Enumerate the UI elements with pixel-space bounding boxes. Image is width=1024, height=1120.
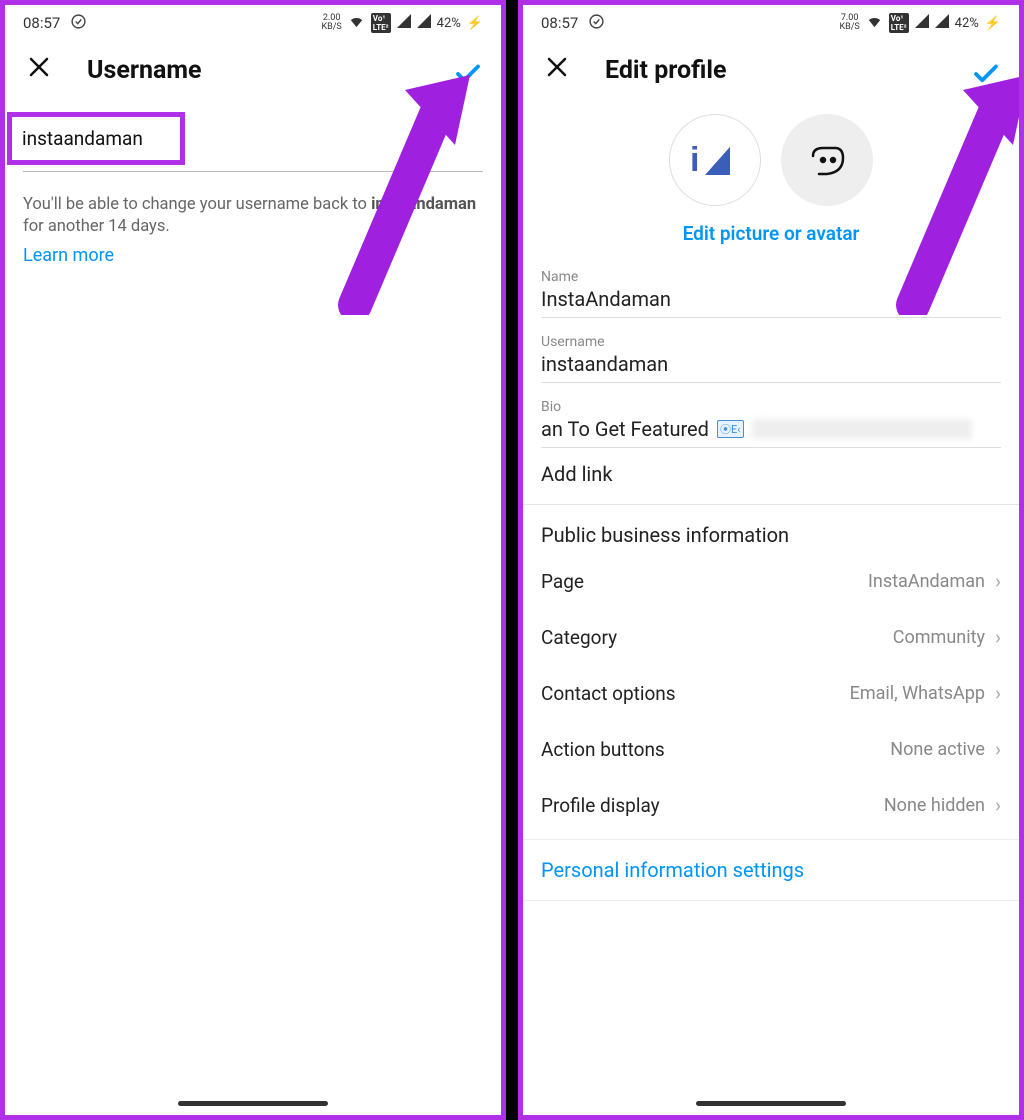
- confirm-check-icon[interactable]: [971, 59, 1001, 93]
- row-label: Profile display: [541, 794, 660, 817]
- home-indicator[interactable]: [178, 1101, 328, 1106]
- bio-field[interactable]: Bio an To Get Featured ⦿E‹: [541, 399, 1001, 448]
- row-value: Email, WhatsApp: [850, 683, 985, 704]
- status-time: 08:57: [23, 14, 60, 32]
- redacted-text: [752, 419, 972, 439]
- signal-icon-2: [417, 14, 431, 32]
- add-link-row[interactable]: Add link: [523, 448, 1019, 505]
- username-help-text: You'll be able to change your username b…: [23, 194, 483, 239]
- row-label: Page: [541, 570, 584, 593]
- row-contact[interactable]: Contact options Email, WhatsApp ›: [523, 665, 1019, 721]
- signal-icon-1: [915, 14, 929, 32]
- row-page[interactable]: Page InstaAndaman ›: [523, 553, 1019, 609]
- name-field[interactable]: Name InstaAndaman: [541, 269, 1001, 318]
- row-label: Category: [541, 626, 617, 649]
- svg-text:i: i: [690, 141, 699, 179]
- wifi-icon: [348, 13, 365, 34]
- row-label: Contact options: [541, 682, 676, 705]
- close-icon[interactable]: [27, 55, 51, 86]
- name-label: Name: [541, 269, 1001, 285]
- status-sync-icon: [70, 13, 87, 34]
- confirm-check-icon[interactable]: [453, 59, 483, 93]
- status-net-speed: 7.00KB/S: [839, 14, 859, 32]
- avatar-placeholder[interactable]: [781, 114, 873, 206]
- username-value: instaandaman: [541, 352, 1001, 376]
- personal-info-settings-link[interactable]: Personal information settings: [523, 839, 1019, 901]
- signal-icon-1: [397, 14, 411, 32]
- edit-picture-link[interactable]: Edit picture or avatar: [523, 222, 1019, 245]
- username-label: Username: [541, 334, 1001, 350]
- input-underline: [23, 171, 483, 172]
- volte-badge: Vo¹LTE²: [889, 13, 909, 33]
- row-value: None active: [890, 739, 985, 760]
- bio-label: Bio: [541, 399, 1001, 415]
- chevron-right-icon: ›: [995, 737, 1001, 761]
- page-title: Username: [87, 56, 202, 85]
- row-action-buttons[interactable]: Action buttons None active ›: [523, 721, 1019, 777]
- charging-icon: ⚡: [985, 16, 1001, 31]
- volte-badge: Vo¹LTE²: [371, 13, 391, 33]
- chevron-right-icon: ›: [995, 681, 1001, 705]
- wifi-icon: [866, 13, 883, 34]
- row-value: None hidden: [884, 795, 985, 816]
- learn-more-link[interactable]: Learn more: [23, 245, 483, 266]
- row-label: Action buttons: [541, 738, 665, 761]
- row-value: Community: [893, 627, 985, 648]
- badge-icon: ⦿E‹: [717, 420, 744, 438]
- row-value: InstaAndaman: [868, 571, 985, 592]
- status-bar: 08:57 7.00KB/S Vo¹LTE² 42% ⚡: [523, 5, 1019, 41]
- status-time: 08:57: [541, 14, 578, 32]
- username-field[interactable]: Username instaandaman: [541, 334, 1001, 383]
- bio-value: an To Get Featured ⦿E‹: [541, 417, 1001, 441]
- battery-text: 42%: [955, 16, 979, 31]
- page-title: Edit profile: [605, 56, 727, 85]
- profile-picture[interactable]: i: [669, 114, 761, 206]
- close-icon[interactable]: [545, 55, 569, 86]
- phone-left: 08:57 2.00KB/S Vo¹LTE² 42% ⚡ Us: [0, 0, 506, 1120]
- status-net-speed: 2.00KB/S: [321, 14, 341, 32]
- signal-icon-2: [935, 14, 949, 32]
- app-bar: Username: [5, 41, 501, 100]
- chevron-right-icon: ›: [995, 793, 1001, 817]
- battery-text: 42%: [437, 16, 461, 31]
- status-bar: 08:57 2.00KB/S Vo¹LTE² 42% ⚡: [5, 5, 501, 41]
- phone-right: 08:57 7.00KB/S Vo¹LTE² 42% ⚡ Ed: [518, 0, 1024, 1120]
- chevron-right-icon: ›: [995, 569, 1001, 593]
- row-category[interactable]: Category Community ›: [523, 609, 1019, 665]
- row-profile-display[interactable]: Profile display None hidden ›: [523, 777, 1019, 833]
- name-value: InstaAndaman: [541, 287, 1001, 311]
- chevron-right-icon: ›: [995, 625, 1001, 649]
- app-bar: Edit profile: [523, 41, 1019, 100]
- username-input[interactable]: instaandaman: [7, 112, 185, 165]
- home-indicator[interactable]: [696, 1101, 846, 1106]
- charging-icon: ⚡: [467, 16, 483, 31]
- section-public-business: Public business information: [523, 505, 1019, 553]
- status-sync-icon: [588, 13, 605, 34]
